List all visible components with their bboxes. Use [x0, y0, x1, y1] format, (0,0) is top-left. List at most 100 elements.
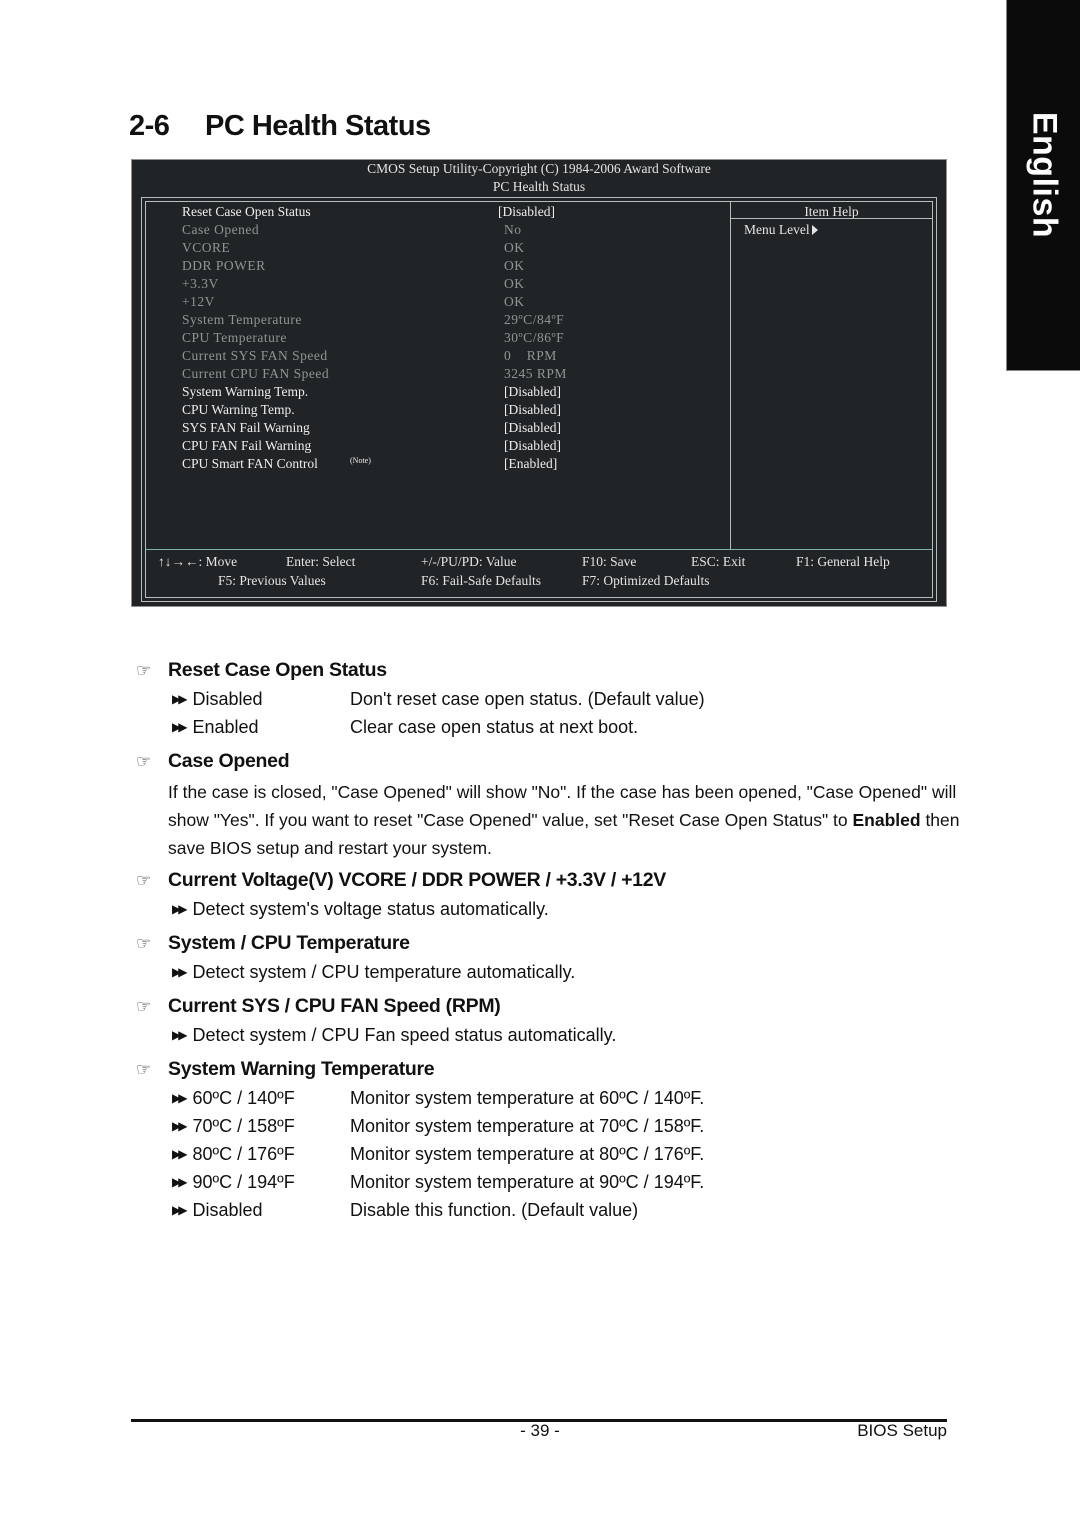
key-f7: F7: Optimized Defaults	[582, 573, 710, 588]
double-arrow-icon: ▶▶	[172, 902, 188, 916]
pointing-hand-icon: ☞	[136, 752, 151, 771]
warning-temp-option: ▶▶ 70ºC / 158ºF	[172, 1116, 295, 1137]
setting-label: System Warning Temp.	[182, 384, 309, 399]
menu-level-label: Menu Level	[744, 222, 810, 237]
keys-divider	[146, 549, 932, 550]
setting-value[interactable]: [Enabled]	[504, 456, 557, 472]
option-name: Enabled	[192, 717, 259, 737]
bios-setting-row[interactable]: CPU FAN Fail Warning [Disabled]	[182, 438, 742, 456]
bullet-text: Detect system / CPU temperature automati…	[192, 962, 576, 982]
option-desc: Monitor system temperature at 70ºC / 158…	[350, 1116, 705, 1136]
setting-label: CPU FAN Fail Warning	[182, 438, 312, 453]
case-opened-paragraph: If the case is closed, "Case Opened" wil…	[168, 778, 968, 862]
setting-value[interactable]: [Disabled]	[504, 420, 561, 436]
section-heading-case-opened: ☞ Case Opened	[136, 750, 290, 773]
key-f1: F1: General Help	[796, 554, 890, 569]
setting-label: DDR POWER	[182, 258, 266, 273]
setting-value[interactable]: [Disabled]	[504, 384, 561, 400]
setting-value: 3245 RPM	[504, 366, 567, 381]
warning-temp-option: ▶▶ Disabled	[172, 1200, 263, 1221]
key-enter: Enter: Select	[286, 554, 356, 569]
option-name: 70ºC / 158ºF	[192, 1116, 295, 1136]
bios-setting-row: +12V OK	[182, 294, 742, 312]
double-arrow-icon: ▶▶	[172, 1028, 188, 1042]
pointing-hand-icon: ☞	[136, 934, 151, 953]
bios-setting-row[interactable]: Reset Case Open Status [Disabled]	[182, 204, 742, 222]
warning-temp-option: ▶▶ 60ºC / 140ºF	[172, 1088, 295, 1109]
double-arrow-icon: ▶▶	[172, 692, 188, 706]
menu-level: Menu Level	[744, 222, 818, 238]
double-arrow-icon: ▶▶	[172, 1119, 188, 1133]
bios-setting-row: Current CPU FAN Speed 3245 RPM	[182, 366, 742, 384]
option-name: 80ºC / 176ºF	[192, 1144, 295, 1164]
setting-label: Case Opened	[182, 222, 260, 237]
section-title: PC Health Status	[205, 110, 431, 142]
setting-value: 30ºC/86ºF	[504, 330, 565, 345]
setting-label: Current SYS FAN Speed	[182, 348, 328, 363]
bios-setting-row[interactable]: CPU Smart FAN Control (Note) [Enabled]	[182, 456, 742, 474]
bios-setting-row: System Temperature 29ºC/84ºF	[182, 312, 742, 330]
pointing-hand-icon: ☞	[136, 997, 151, 1016]
key-f6: F6: Fail-Safe Defaults	[421, 573, 541, 588]
setting-label: System Temperature	[182, 312, 302, 327]
heading-text: System Warning Temperature	[168, 1058, 435, 1080]
setting-label: Reset Case Open Status	[182, 204, 311, 219]
option-name: 90ºC / 194ºF	[192, 1172, 295, 1192]
option-name: 60ºC / 140ºF	[192, 1088, 295, 1108]
section-heading-reset-case: ☞ Reset Case Open Status	[136, 659, 387, 682]
option-desc: Disable this function. (Default value)	[350, 1200, 639, 1220]
section-heading-voltage: ☞ Current Voltage(V) VCORE / DDR POWER / …	[136, 869, 666, 892]
bios-setting-row[interactable]: CPU Warning Temp. [Disabled]	[182, 402, 742, 420]
double-arrow-icon: ▶▶	[172, 965, 188, 979]
triangle-right-icon	[811, 225, 818, 235]
heading-text: Reset Case Open Status	[168, 659, 387, 681]
para-bold-text: Enabled	[852, 810, 921, 830]
page-title: 2-6 PC Health Status	[129, 110, 431, 143]
option-desc: Monitor system temperature at 80ºC / 176…	[350, 1144, 705, 1164]
heading-text: System / CPU Temperature	[168, 932, 410, 954]
pointing-hand-icon: ☞	[136, 871, 151, 890]
bios-setting-row[interactable]: System Warning Temp. [Disabled]	[182, 384, 742, 402]
setting-value: 0 RPM	[504, 348, 557, 363]
option-enabled: ▶▶ Enabled	[172, 717, 259, 738]
setting-value[interactable]: [Disabled]	[498, 204, 555, 220]
note-marker: (Note)	[350, 456, 371, 465]
key-value: +/-/PU/PD: Value	[421, 554, 517, 569]
section-number: 2-6	[129, 110, 170, 142]
option-desc: Don't reset case open status. (Default v…	[350, 689, 705, 709]
setting-value: OK	[504, 258, 525, 273]
heading-text: Current SYS / CPU FAN Speed (RPM)	[168, 995, 501, 1017]
setting-label: CPU Smart FAN Control	[182, 456, 318, 471]
pointing-hand-icon: ☞	[136, 1060, 151, 1079]
option-name: Disabled	[192, 689, 263, 709]
bullet-text: Detect system's voltage status automatic…	[192, 899, 549, 919]
heading-text: Current Voltage(V) VCORE / DDR POWER / +…	[168, 869, 666, 891]
key-f10: F10: Save	[582, 554, 637, 569]
double-arrow-icon: ▶▶	[172, 720, 188, 734]
option-disabled: ▶▶ Disabled	[172, 689, 263, 710]
setting-label: CPU Temperature	[182, 330, 287, 345]
setting-value[interactable]: [Disabled]	[504, 402, 561, 418]
section-heading-fan-speed: ☞ Current SYS / CPU FAN Speed (RPM)	[136, 995, 501, 1018]
bios-setting-row: Case Opened No	[182, 222, 742, 240]
bios-frame: Item Help Menu Level Reset Case Open Sta…	[141, 197, 937, 602]
warning-temp-option: ▶▶ 80ºC / 176ºF	[172, 1144, 295, 1165]
section-heading-temperature: ☞ System / CPU Temperature	[136, 932, 410, 955]
double-arrow-icon: ▶▶	[172, 1147, 188, 1161]
setting-label: CPU Warning Temp.	[182, 402, 295, 417]
item-help-underline	[731, 218, 932, 219]
heading-text: Case Opened	[168, 750, 290, 772]
setting-value[interactable]: [Disabled]	[504, 438, 561, 454]
bios-screen: CMOS Setup Utility-Copyright (C) 1984-20…	[131, 159, 947, 607]
double-arrow-icon: ▶▶	[172, 1091, 188, 1105]
bios-frame-inner: Item Help Menu Level Reset Case Open Sta…	[145, 201, 933, 598]
pointing-hand-icon: ☞	[136, 661, 151, 680]
setting-value: OK	[504, 240, 525, 255]
bios-setting-row: +3.3V OK	[182, 276, 742, 294]
footer-section-label: BIOS Setup	[857, 1421, 947, 1440]
language-tab-label: English	[1025, 111, 1064, 239]
option-desc: Monitor system temperature at 90ºC / 194…	[350, 1172, 705, 1192]
setting-label: +12V	[182, 294, 215, 309]
bullet-temperature: ▶▶ Detect system / CPU temperature autom…	[172, 962, 575, 983]
bios-setting-row[interactable]: SYS FAN Fail Warning [Disabled]	[182, 420, 742, 438]
